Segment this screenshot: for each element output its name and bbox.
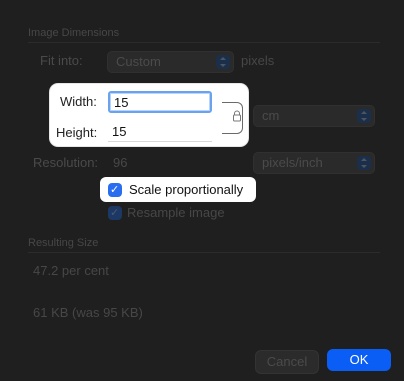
image-dimensions-dialog: Image Dimensions Fit into: Custom pixels… xyxy=(0,0,404,381)
chevron-updown-icon xyxy=(357,156,371,170)
divider xyxy=(28,252,380,253)
height-field[interactable]: 15 xyxy=(108,122,212,142)
resample-image-checkbox[interactable]: ✓ xyxy=(108,206,122,220)
height-label: Height: xyxy=(56,125,98,140)
section-title-image-dimensions: Image Dimensions xyxy=(28,27,120,39)
cancel-button[interactable]: Cancel xyxy=(255,350,319,374)
resolution-field[interactable]: 96 xyxy=(113,155,127,170)
size-unit-value: cm xyxy=(262,108,280,123)
resample-image-label: Resample image xyxy=(127,205,225,220)
result-file-size: 61 KB (was 95 KB) xyxy=(33,305,143,320)
checkmark-icon: ✓ xyxy=(110,183,120,196)
checkmark-icon: ✓ xyxy=(110,206,120,219)
fit-into-value: Custom xyxy=(116,54,161,69)
width-field[interactable]: 15 xyxy=(108,91,212,113)
resolution-unit-value: pixels/inch xyxy=(262,155,323,170)
chevron-updown-icon xyxy=(216,55,230,69)
section-title-resulting-size: Resulting Size xyxy=(28,237,99,249)
chevron-updown-icon xyxy=(357,109,371,123)
result-percent: 47.2 per cent xyxy=(33,263,109,278)
fit-into-label: Fit into: xyxy=(40,53,83,68)
fit-into-select[interactable]: Custom xyxy=(107,51,234,73)
ok-button[interactable]: OK xyxy=(327,349,391,371)
size-unit-select[interactable]: cm xyxy=(253,105,375,127)
width-label: Width: xyxy=(60,94,97,109)
resolution-label: Resolution: xyxy=(33,155,99,170)
lock-icon[interactable] xyxy=(232,110,242,122)
scale-proportionally-checkbox[interactable]: ✓ xyxy=(108,183,122,197)
scale-proportionally-label: Scale proportionally xyxy=(129,182,244,197)
resolution-unit-select[interactable]: pixels/inch xyxy=(253,152,375,174)
divider xyxy=(28,42,380,43)
fit-into-unit: pixels xyxy=(241,53,275,68)
